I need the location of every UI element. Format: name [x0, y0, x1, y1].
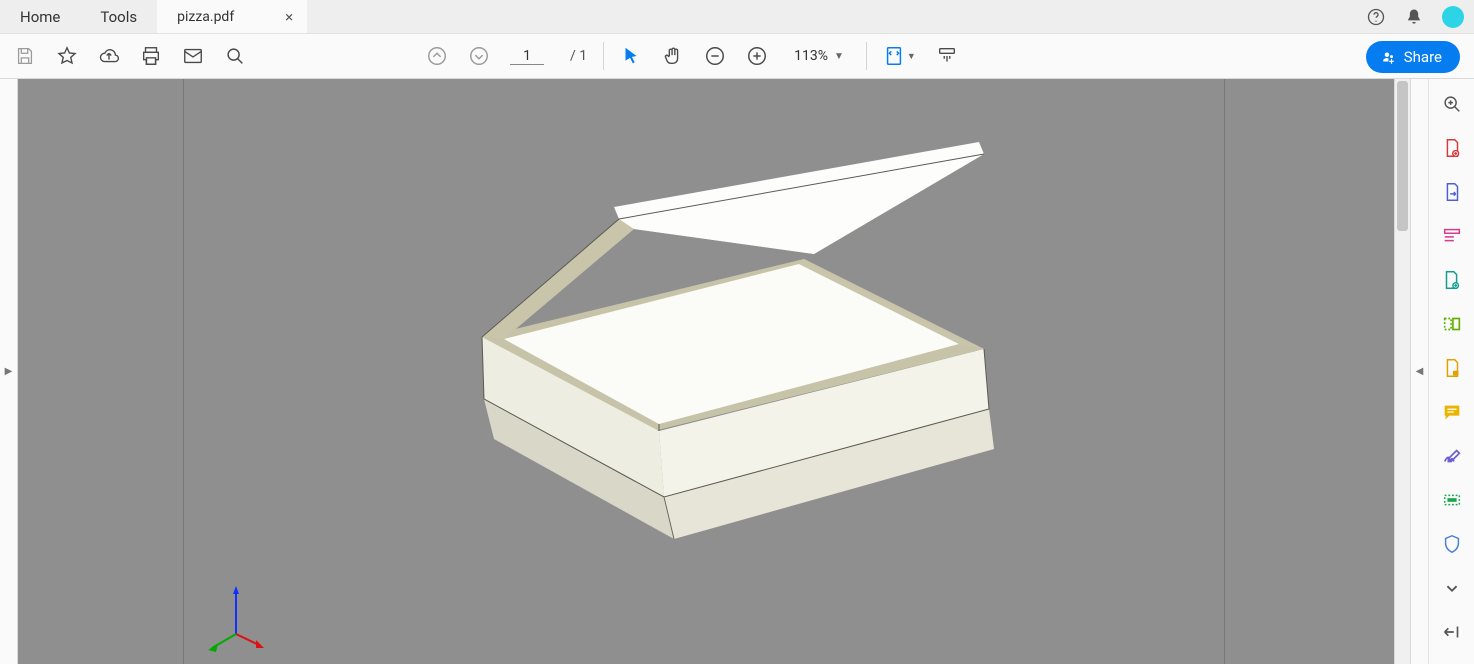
scrollbar-thumb[interactable]: [1397, 81, 1408, 231]
avatar[interactable]: [1442, 6, 1464, 28]
edit-pdf-icon[interactable]: [1441, 225, 1463, 247]
more-tools-icon[interactable]: [1441, 577, 1463, 599]
tabstrip-right-icons: [1366, 0, 1464, 33]
bell-icon[interactable]: [1404, 7, 1424, 27]
tab-home[interactable]: Home: [0, 0, 80, 33]
search-icon[interactable]: [224, 45, 246, 67]
mail-icon[interactable]: [182, 45, 204, 67]
compress-icon[interactable]: [1441, 357, 1463, 379]
save-icon[interactable]: [14, 45, 36, 67]
close-tab-icon[interactable]: ×: [285, 10, 293, 25]
tab-document[interactable]: pizza.pdf ×: [157, 0, 307, 33]
zoom-out-icon[interactable]: [704, 45, 726, 67]
page-down-icon[interactable]: [468, 45, 490, 67]
cloud-upload-icon[interactable]: [98, 45, 120, 67]
collapse-pane-icon[interactable]: [1441, 621, 1463, 643]
toolbar-view-group: 113% ▼: [620, 45, 850, 67]
organize-icon[interactable]: [1441, 313, 1463, 335]
vertical-scrollbar[interactable]: [1394, 79, 1410, 664]
share-button[interactable]: Share: [1366, 41, 1460, 73]
pointer-icon[interactable]: [620, 45, 642, 67]
box-3d-illustration: [184, 79, 1224, 664]
help-icon[interactable]: [1366, 7, 1386, 27]
tab-document-label: pizza.pdf: [177, 9, 234, 25]
toolbar-nav-group: / 1: [426, 45, 587, 67]
chevron-right-icon: ▶: [5, 366, 13, 377]
document-page: [184, 79, 1224, 664]
toolbar: / 1 113% ▼ ▼ Sha: [0, 33, 1474, 79]
tab-tools[interactable]: Tools: [80, 0, 157, 33]
zoom-in-icon[interactable]: [746, 45, 768, 67]
toolbar-separator-2: [866, 42, 867, 70]
export-pdf-icon[interactable]: [1441, 181, 1463, 203]
read-mode-icon[interactable]: [936, 45, 958, 67]
combine-icon[interactable]: [1441, 269, 1463, 291]
print-icon[interactable]: [140, 45, 162, 67]
comment-icon[interactable]: [1441, 401, 1463, 423]
zoom-value: 113%: [794, 48, 828, 64]
chevron-down-icon: ▼: [834, 51, 844, 62]
fit-page-dropdown[interactable]: ▼: [883, 45, 916, 67]
tab-strip: Home Tools pizza.pdf ×: [0, 0, 1474, 33]
left-panel-toggle[interactable]: ▶: [0, 79, 18, 664]
toolbar-separator: [603, 42, 604, 70]
hand-icon[interactable]: [662, 45, 684, 67]
toolbar-file-group: [14, 45, 246, 67]
page-total-label: / 1: [570, 48, 587, 64]
create-pdf-icon[interactable]: [1441, 137, 1463, 159]
tools-pane: [1428, 79, 1474, 664]
protect-icon[interactable]: [1441, 533, 1463, 555]
toolbar-fit-group: ▼: [883, 45, 958, 67]
chevron-left-icon: ◀: [1416, 366, 1424, 377]
zoom-tool-icon[interactable]: [1441, 93, 1463, 115]
right-panel-toggle[interactable]: ◀: [1410, 79, 1428, 664]
zoom-select[interactable]: 113% ▼: [788, 46, 850, 66]
redact-icon[interactable]: [1441, 489, 1463, 511]
main: ▶: [0, 79, 1474, 664]
page-number-input[interactable]: [510, 48, 544, 65]
chevron-down-icon: ▼: [907, 51, 916, 62]
share-button-label: Share: [1404, 48, 1442, 66]
fit-page-icon: [883, 45, 905, 67]
sign-icon[interactable]: [1441, 445, 1463, 467]
axis-gizmo: [206, 584, 266, 654]
page-up-icon[interactable]: [426, 45, 448, 67]
star-icon[interactable]: [56, 45, 78, 67]
document-viewer[interactable]: [18, 79, 1394, 664]
